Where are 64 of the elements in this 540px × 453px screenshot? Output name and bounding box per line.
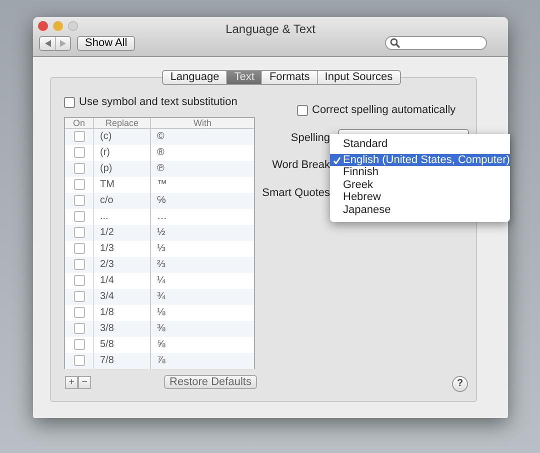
table-cell: ½: [150, 224, 254, 240]
checkbox[interactable]: [74, 355, 84, 366]
checkbox[interactable]: [74, 307, 84, 318]
column-header[interactable]: On: [65, 118, 93, 128]
table-cell: ⅞: [150, 352, 254, 368]
table-cell: ©: [150, 128, 254, 144]
checkbox[interactable]: [74, 147, 84, 158]
help-button[interactable]: ?: [452, 376, 468, 392]
checkbox[interactable]: [64, 96, 75, 108]
show-all-button[interactable]: Show All: [77, 36, 136, 51]
table-cell: c/o: [93, 192, 150, 208]
checkbox[interactable]: [74, 243, 84, 254]
menu-item[interactable]: Japanese: [330, 204, 510, 216]
minimize-button[interactable]: [53, 21, 63, 31]
table-cell: (c): [93, 128, 150, 144]
menu-item[interactable]: Standard: [330, 137, 510, 153]
checkbox-label: Correct spelling automatically: [312, 103, 456, 118]
search-field[interactable]: [385, 36, 487, 50]
checkbox[interactable]: [297, 104, 308, 116]
checkbox[interactable]: [74, 339, 84, 350]
add-button[interactable]: +: [65, 376, 78, 389]
table-cell: 3/4: [93, 288, 150, 304]
table-cell: 7/8: [93, 352, 150, 368]
menu-item[interactable]: English (United States, Computer): [330, 154, 510, 166]
menu-item[interactable]: Hebrew: [330, 191, 510, 204]
column-header[interactable]: Replace: [93, 118, 150, 128]
column-header[interactable]: With: [150, 118, 254, 128]
menu-item[interactable]: Finnish: [330, 166, 510, 179]
field-label: Word Break: [271, 158, 330, 173]
tab[interactable]: Input Sources: [316, 71, 400, 84]
checkbox[interactable]: [74, 179, 84, 190]
table-cell: 2/3: [93, 256, 150, 272]
back-arrow-icon: [44, 40, 50, 47]
field-label: Spelling: [290, 131, 330, 146]
search-icon: [390, 38, 400, 48]
table-cell: 3/8: [93, 320, 150, 336]
checkbox-label: Use symbol and text substitution: [79, 95, 238, 110]
table-cell: ℗: [150, 160, 254, 176]
checkbox[interactable]: [74, 323, 84, 334]
checkbox[interactable]: [74, 259, 84, 270]
checkbox[interactable]: [74, 211, 84, 222]
checkbox[interactable]: [74, 163, 84, 174]
zoom-button[interactable]: [68, 21, 78, 31]
tab[interactable]: Language: [163, 71, 226, 84]
checkbox[interactable]: [74, 275, 84, 286]
window-title: Language & Text: [224, 21, 316, 38]
table-cell: ¾: [150, 288, 254, 304]
checkmark-icon: [333, 157, 341, 164]
table-cell: ℅: [150, 192, 254, 208]
menu-item[interactable]: Greek: [330, 178, 510, 192]
field-label: Smart Quotes: [261, 186, 330, 201]
table-cell: 1/2: [93, 224, 150, 240]
checkbox[interactable]: [74, 131, 84, 142]
tab[interactable]: Formats: [261, 71, 317, 84]
checkbox[interactable]: [74, 227, 84, 238]
close-button[interactable]: [38, 21, 48, 31]
checkbox[interactable]: [74, 291, 84, 302]
forward-arrow-icon: [60, 40, 66, 47]
remove-button[interactable]: −: [78, 376, 91, 389]
table-cell: (p): [93, 160, 150, 176]
restore-defaults-button[interactable]: Restore Defaults: [164, 375, 257, 389]
checkbox[interactable]: [74, 195, 84, 206]
table-cell: ⅜: [150, 320, 254, 336]
table-cell: ⅔: [150, 256, 254, 272]
